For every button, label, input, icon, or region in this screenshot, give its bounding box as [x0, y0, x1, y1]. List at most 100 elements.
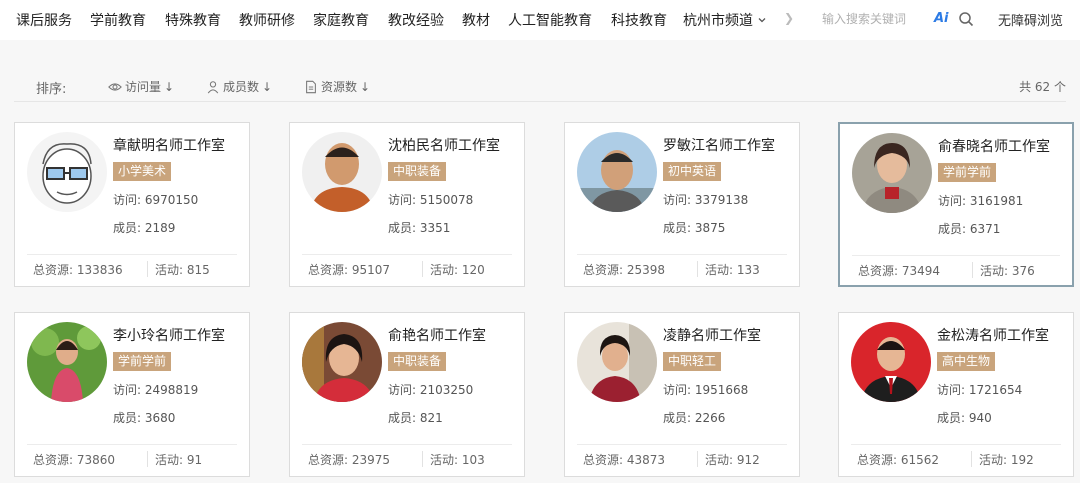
- resource-count: 总资源: 95107: [308, 263, 391, 277]
- resource-count: 总资源: 43873: [583, 453, 666, 467]
- subject-tag: 中职装备: [388, 352, 447, 371]
- nav-item-after-school[interactable]: 课后服务: [16, 10, 72, 30]
- sort-by-resources[interactable]: 资源数 ↓: [304, 78, 370, 95]
- sort-visits-label: 访问量: [125, 80, 162, 94]
- avatar: [851, 322, 931, 402]
- divider: [422, 451, 423, 467]
- visit-count: 访问: 5150078: [388, 193, 474, 207]
- accessibility-link[interactable]: 无障碍浏览: [998, 10, 1063, 29]
- card-title[interactable]: 凌静名师工作室: [663, 325, 761, 345]
- activity-count: 活动: 133: [705, 263, 760, 277]
- eye-icon: [108, 82, 122, 91]
- sort-members-label: 成员数: [223, 80, 260, 94]
- avatar: [852, 133, 932, 213]
- sort-arrow-icon: ↓: [262, 79, 273, 94]
- nav-item-reform[interactable]: 教改经验: [388, 10, 444, 30]
- card-footer: 总资源: 25398 活动: 133: [577, 254, 787, 282]
- studio-card[interactable]: 罗敏江名师工作室 初中英语 访问: 3379138 成员: 3875 总资源: …: [564, 122, 800, 287]
- resource-count: 总资源: 23975: [308, 453, 391, 467]
- ai-icon[interactable]: Ai: [934, 11, 949, 26]
- activity-count: 活动: 912: [705, 453, 760, 467]
- avatar: [577, 132, 657, 212]
- resource-count: 总资源: 73494: [858, 264, 941, 278]
- search-input[interactable]: [812, 6, 980, 32]
- avatar: [302, 132, 382, 212]
- activity-count: 活动: 91: [155, 453, 203, 467]
- divider: [971, 451, 972, 467]
- card-title[interactable]: 罗敏江名师工作室: [663, 135, 775, 155]
- card-footer: 总资源: 133836 活动: 815: [27, 254, 237, 282]
- sort-arrow-icon: ↓: [360, 79, 371, 94]
- card-footer: 总资源: 95107 活动: 120: [302, 254, 512, 282]
- chevron-right-icon[interactable]: ❯: [784, 11, 794, 25]
- card-title[interactable]: 章献明名师工作室: [113, 135, 225, 155]
- sort-label: 排序:: [36, 82, 67, 97]
- visit-count: 访问: 1721654: [937, 383, 1023, 397]
- avatar: [27, 322, 107, 402]
- resource-count: 总资源: 61562: [857, 453, 940, 467]
- nav-item-preschool[interactable]: 学前教育: [90, 10, 146, 30]
- nav-item-textbook[interactable]: 教材: [462, 10, 490, 30]
- studio-card[interactable]: 金松涛名师工作室 高中生物 访问: 1721654 成员: 940 总资源: 6…: [838, 312, 1074, 477]
- nav-item-teacher-training[interactable]: 教师研修: [239, 10, 295, 30]
- studio-card[interactable]: 沈柏民名师工作室 中职装备 访问: 5150078 成员: 3351 总资源: …: [289, 122, 525, 287]
- activity-count: 活动: 120: [430, 263, 485, 277]
- subject-tag: 学前学前: [938, 163, 997, 182]
- subject-tag: 初中英语: [663, 162, 722, 181]
- member-count: 成员: 2266: [663, 411, 726, 425]
- activity-count: 活动: 103: [430, 453, 485, 467]
- studio-card[interactable]: 俞春晓名师工作室 学前学前 访问: 3161981 成员: 6371 总资源: …: [838, 122, 1074, 287]
- search-icon[interactable]: [958, 11, 974, 27]
- resource-count: 总资源: 25398: [583, 263, 666, 277]
- resource-count: 总资源: 133836: [33, 263, 123, 277]
- avatar: [302, 322, 382, 402]
- studio-card[interactable]: 凌静名师工作室 中职轻工 访问: 1951668 成员: 2266 总资源: 4…: [564, 312, 800, 477]
- divider: [147, 261, 148, 277]
- activity-count: 活动: 815: [155, 263, 210, 277]
- subject-tag: 小学美术: [113, 162, 172, 181]
- sort-by-visits[interactable]: 访问量 ↓: [108, 78, 174, 95]
- user-icon: [207, 80, 219, 93]
- search-box: [812, 6, 980, 32]
- visit-count: 访问: 6970150: [113, 193, 199, 207]
- member-count: 成员: 940: [937, 411, 992, 425]
- nav-item-tech-ed[interactable]: 科技教育: [611, 10, 667, 30]
- sort-by-members[interactable]: 成员数 ↓: [206, 78, 272, 95]
- studio-card[interactable]: 俞艳名师工作室 中职装备 访问: 2103250 成员: 821 总资源: 23…: [289, 312, 525, 477]
- divider: [147, 451, 148, 467]
- card-footer: 总资源: 73494 活动: 376: [852, 255, 1060, 283]
- total-count: 共 62 个: [1019, 80, 1066, 94]
- visit-count: 访问: 1951668: [663, 383, 749, 397]
- divider: [697, 451, 698, 467]
- sort-bar: 排序: 访问量 ↓ 成员数 ↓ 资源数 ↓ 共 62 个: [14, 72, 1066, 102]
- divider: [972, 262, 973, 278]
- nav-item-city[interactable]: 杭州市频道: [683, 10, 767, 30]
- member-count: 成员: 3351: [388, 221, 451, 235]
- resource-count: 总资源: 73860: [33, 453, 116, 467]
- card-footer: 总资源: 61562 活动: 192: [851, 444, 1061, 472]
- avatar: [27, 132, 107, 212]
- card-title[interactable]: 金松涛名师工作室: [937, 325, 1049, 345]
- subject-tag: 学前学前: [113, 352, 172, 371]
- card-footer: 总资源: 23975 活动: 103: [302, 444, 512, 472]
- nav-item-special-ed[interactable]: 特殊教育: [165, 10, 221, 30]
- card-footer: 总资源: 73860 活动: 91: [27, 444, 237, 472]
- studio-card[interactable]: 李小玲名师工作室 学前学前 访问: 2498819 成员: 3680 总资源: …: [14, 312, 250, 477]
- member-count: 成员: 2189: [113, 221, 176, 235]
- card-title[interactable]: 沈柏民名师工作室: [388, 135, 500, 155]
- member-count: 成员: 821: [388, 411, 443, 425]
- top-nav: 课后服务 学前教育 特殊教育 教师研修 家庭教育 教改经验 教材 人工智能教育 …: [0, 0, 1080, 40]
- nav-item-ai-ed[interactable]: 人工智能教育: [508, 10, 592, 30]
- subject-tag: 高中生物: [937, 352, 996, 371]
- document-icon: [306, 80, 316, 93]
- nav-item-family-ed[interactable]: 家庭教育: [313, 10, 369, 30]
- studio-card[interactable]: 章献明名师工作室 小学美术 访问: 6970150 成员: 2189 总资源: …: [14, 122, 250, 287]
- card-title[interactable]: 俞艳名师工作室: [388, 325, 486, 345]
- chevron-down-icon: [758, 18, 766, 23]
- card-footer: 总资源: 43873 活动: 912: [577, 444, 787, 472]
- activity-count: 活动: 376: [980, 264, 1035, 278]
- divider: [422, 261, 423, 277]
- card-title[interactable]: 李小玲名师工作室: [113, 325, 225, 345]
- card-title[interactable]: 俞春晓名师工作室: [938, 136, 1050, 156]
- subject-tag: 中职装备: [388, 162, 447, 181]
